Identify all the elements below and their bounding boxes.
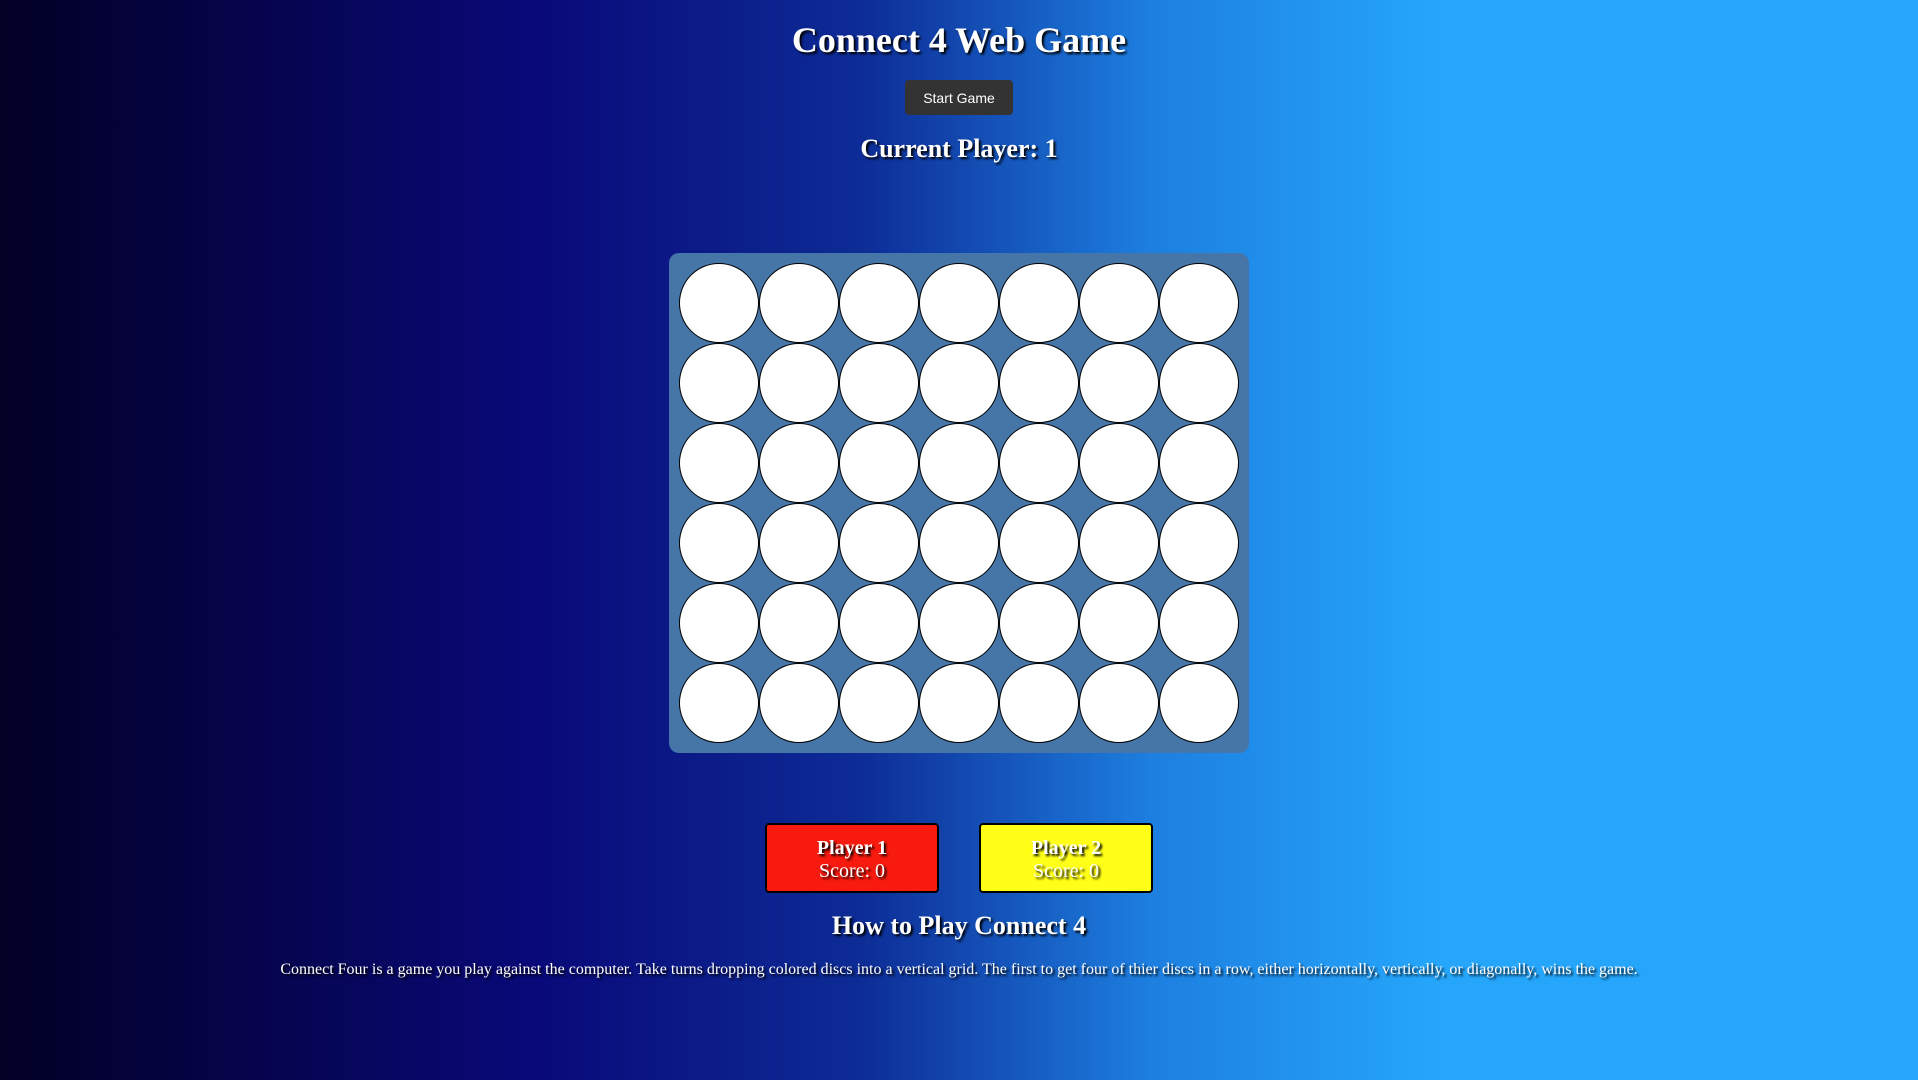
board-cell-r6-c4[interactable] — [919, 663, 999, 743]
player-1-score-card: Player 1 Score: 0 — [765, 823, 939, 893]
board-cell-r3-c1[interactable] — [679, 423, 759, 503]
board-cell-r6-c3[interactable] — [839, 663, 919, 743]
board-cell-r2-c4[interactable] — [919, 343, 999, 423]
board-cell-r4-c4[interactable] — [919, 503, 999, 583]
board-cell-r4-c1[interactable] — [679, 503, 759, 583]
board-cell-r1-c5[interactable] — [999, 263, 1079, 343]
board-cell-r6-c1[interactable] — [679, 663, 759, 743]
player-2-score-card: Player 2 Score: 0 — [979, 823, 1153, 893]
how-to-play-text: Connect Four is a game you play against … — [280, 961, 1638, 978]
board-cell-r4-c6[interactable] — [1079, 503, 1159, 583]
board-cell-r1-c3[interactable] — [839, 263, 919, 343]
board-cell-r1-c4[interactable] — [919, 263, 999, 343]
current-player-indicator: Current Player: 1 — [860, 134, 1058, 163]
board-cell-r6-c5[interactable] — [999, 663, 1079, 743]
board-cell-r2-c5[interactable] — [999, 343, 1079, 423]
board-cell-r2-c2[interactable] — [759, 343, 839, 423]
start-game-button[interactable]: Start Game — [905, 80, 1013, 115]
board-cell-r1-c7[interactable] — [1159, 263, 1239, 343]
board-cell-r4-c5[interactable] — [999, 503, 1079, 583]
board-cell-r1-c6[interactable] — [1079, 263, 1159, 343]
board-cell-r5-c3[interactable] — [839, 583, 919, 663]
board-cell-r5-c7[interactable] — [1159, 583, 1239, 663]
board-cell-r4-c7[interactable] — [1159, 503, 1239, 583]
board-cell-r3-c2[interactable] — [759, 423, 839, 503]
board-cell-r6-c2[interactable] — [759, 663, 839, 743]
game-board — [669, 253, 1249, 753]
board-cell-r5-c2[interactable] — [759, 583, 839, 663]
board-cell-r4-c2[interactable] — [759, 503, 839, 583]
board-cell-r4-c3[interactable] — [839, 503, 919, 583]
board-cell-r3-c6[interactable] — [1079, 423, 1159, 503]
board-cell-r3-c4[interactable] — [919, 423, 999, 503]
board-cell-r2-c1[interactable] — [679, 343, 759, 423]
board-cell-r3-c7[interactable] — [1159, 423, 1239, 503]
board-cell-r5-c6[interactable] — [1079, 583, 1159, 663]
board-cell-r5-c4[interactable] — [919, 583, 999, 663]
board-cell-r5-c1[interactable] — [679, 583, 759, 663]
player-1-name: Player 1 — [816, 837, 888, 859]
how-to-play-title: How to Play Connect 4 — [831, 911, 1087, 940]
board-cell-r5-c5[interactable] — [999, 583, 1079, 663]
board-cell-r1-c2[interactable] — [759, 263, 839, 343]
board-cell-r2-c7[interactable] — [1159, 343, 1239, 423]
board-cell-r3-c5[interactable] — [999, 423, 1079, 503]
player-2-score: Score: 0 — [1032, 860, 1100, 882]
player-2-name: Player 2 — [1030, 837, 1102, 859]
board-cell-r6-c6[interactable] — [1079, 663, 1159, 743]
board-cell-r6-c7[interactable] — [1159, 663, 1239, 743]
board-cell-r2-c3[interactable] — [839, 343, 919, 423]
board-cell-r2-c6[interactable] — [1079, 343, 1159, 423]
board-cell-r1-c1[interactable] — [679, 263, 759, 343]
page-title: Connect 4 Web Game — [791, 20, 1127, 60]
board-cell-r3-c3[interactable] — [839, 423, 919, 503]
player-1-score: Score: 0 — [818, 860, 886, 882]
